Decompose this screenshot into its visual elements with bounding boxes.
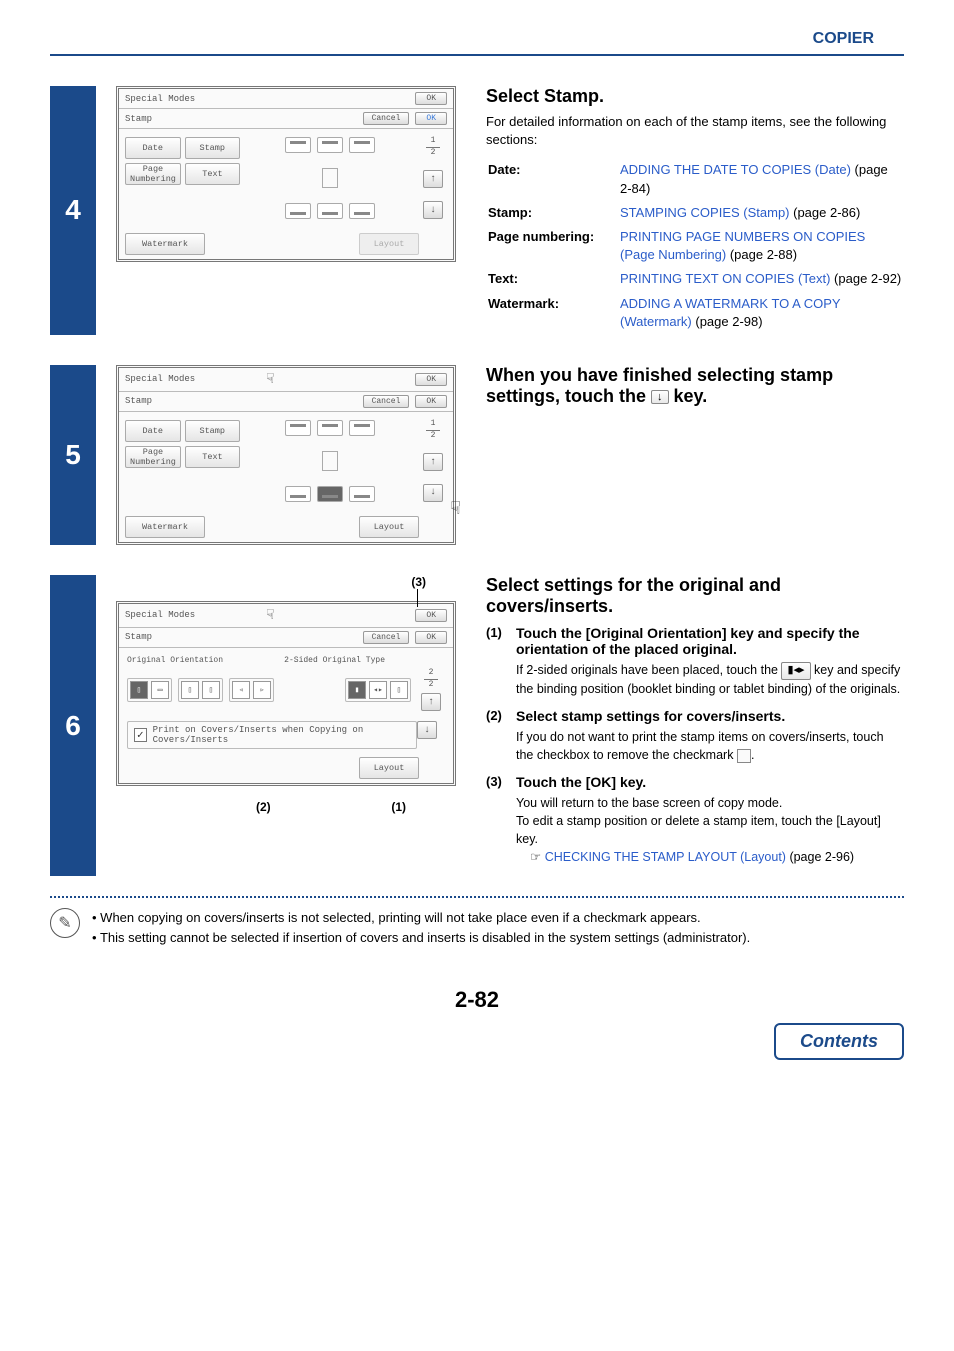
sub-2-head: Select stamp settings for covers/inserts… <box>516 708 904 724</box>
note-2: • This setting cannot be selected if ins… <box>92 928 904 948</box>
stamp-panel: Special Modes ☟ OK Stamp Cancel OK Date … <box>116 365 456 545</box>
print-covers-checkbox-row[interactable]: ✓ Print on Covers/Inserts when Copying o… <box>127 721 417 749</box>
link-date[interactable]: ADDING THE DATE TO COPIES (Date) <box>620 162 851 177</box>
step-5-title: When you have finished selecting stamp s… <box>486 365 904 407</box>
checkbox-icon[interactable]: ✓ <box>134 728 147 742</box>
cancel-button[interactable]: Cancel <box>363 631 410 644</box>
link-layout[interactable]: CHECKING THE STAMP LAYOUT (Layout) <box>545 850 786 864</box>
hand-icon: ☟ <box>266 371 274 388</box>
stamp-button[interactable]: Stamp <box>185 420 241 442</box>
page-total: 2 <box>431 148 436 157</box>
checkbox-label: Print on Covers/Inserts when Copying on … <box>153 725 410 745</box>
layout-button[interactable]: Layout <box>359 757 419 779</box>
sub-3-num: (3) <box>486 774 516 867</box>
callout-1: (1) <box>391 800 406 814</box>
panel-subtitle: Stamp <box>125 114 363 124</box>
panel-subtitle: Stamp <box>125 632 363 642</box>
cancel-button[interactable]: Cancel <box>363 395 410 408</box>
hand-icon: ☟ <box>266 607 274 624</box>
callout-3: (3) <box>411 575 426 589</box>
date-button[interactable]: Date <box>125 420 181 442</box>
sub-2-num: (2) <box>486 708 516 764</box>
step-4: 4 Special Modes OK Stamp Cancel OK Date … <box>50 86 904 335</box>
step-6-panel-area: (3) Special Modes ☟ OK Stamp Cancel OK O… <box>96 575 476 877</box>
scroll-up-button[interactable]: ↑ <box>423 170 443 188</box>
sub-1-head: Touch the [Original Orientation] key and… <box>516 625 904 657</box>
link-stamp[interactable]: STAMPING COPIES (Stamp) <box>620 205 790 220</box>
doc-header: COPIER <box>50 30 904 56</box>
down-arrow-key-icon: ↓ <box>651 390 669 404</box>
callout-2: (2) <box>256 800 271 814</box>
stamp-def-table: Date:ADDING THE DATE TO COPIES (Date) (p… <box>486 157 904 335</box>
ok-button[interactable]: OK <box>415 112 447 125</box>
text-button[interactable]: Text <box>185 446 240 468</box>
twosided-type-group[interactable]: ▮◂▸▯ <box>345 678 411 702</box>
orientation-landscape-group[interactable]: ▯▯ <box>178 678 223 702</box>
step-4-desc: For detailed information on each of the … <box>486 113 904 149</box>
sub-2-text: If you do not want to print the stamp it… <box>516 728 904 764</box>
page-number: 2-82 <box>50 987 904 1013</box>
contents-button[interactable]: Contents <box>774 1023 904 1060</box>
pencil-note-icon: ✎ <box>50 908 86 947</box>
step-5: 5 Special Modes ☟ OK Stamp Cancel OK Dat… <box>50 365 904 545</box>
stamp-button[interactable]: Stamp <box>185 137 241 159</box>
panel-subtitle: Stamp <box>125 396 363 406</box>
watermark-button[interactable]: Watermark <box>125 233 205 255</box>
sub-3-text: You will return to the base screen of co… <box>516 794 904 867</box>
step-4-title: Select Stamp. <box>486 86 904 107</box>
notes-separator <box>50 896 904 898</box>
stamp-panel-2: Special Modes ☟ OK Stamp Cancel OK Origi… <box>116 601 456 787</box>
scroll-down-button[interactable]: ↓ <box>423 201 443 219</box>
watermark-button[interactable]: Watermark <box>125 516 205 538</box>
date-button[interactable]: Date <box>125 137 181 159</box>
step-number: 4 <box>50 86 96 335</box>
panel-title: Special Modes <box>125 374 266 384</box>
step-4-panel-area: Special Modes OK Stamp Cancel OK Date St… <box>96 86 476 335</box>
text-button[interactable]: Text <box>185 163 240 185</box>
scroll-down-button[interactable]: ↓ <box>423 484 443 502</box>
page-numbering-button[interactable]: Page Numbering <box>125 163 181 185</box>
orientation-portrait-group[interactable]: ▯▭ <box>127 678 172 702</box>
step-6: 6 (3) Special Modes ☟ OK Stamp Cancel OK… <box>50 575 904 877</box>
page-numbering-button[interactable]: Page Numbering <box>125 446 181 468</box>
step-number: 6 <box>50 575 96 877</box>
step-5-panel-area: Special Modes ☟ OK Stamp Cancel OK Date … <box>96 365 476 545</box>
ok-button[interactable]: OK <box>415 609 447 622</box>
sub-3-head: Touch the [OK] key. <box>516 774 904 790</box>
scroll-up-button[interactable]: ↑ <box>421 693 441 711</box>
layout-button[interactable]: Layout <box>359 233 419 255</box>
step-number: 5 <box>50 365 96 545</box>
orientation-rotate-group[interactable]: ◃▹ <box>229 678 274 702</box>
page-current: 1 <box>431 136 436 145</box>
book-binding-key-icon: ▮◂▸ <box>781 662 810 680</box>
layout-button[interactable]: Layout <box>359 516 419 538</box>
notes-block: ✎ • When copying on covers/inserts is no… <box>50 908 904 947</box>
orient-label: Original Orientation <box>127 656 223 665</box>
twosided-label: 2-Sided Original Type <box>284 656 385 665</box>
scroll-down-button[interactable]: ↓ <box>417 721 437 739</box>
step-6-title: Select settings for the original and cov… <box>486 575 904 617</box>
ok-button[interactable]: OK <box>415 373 447 386</box>
ok-button[interactable]: OK <box>415 395 447 408</box>
empty-checkbox-icon <box>737 749 751 763</box>
link-text[interactable]: PRINTING TEXT ON COPIES (Text) <box>620 271 830 286</box>
scroll-up-button[interactable]: ↑ <box>423 453 443 471</box>
sub-1-num: (1) <box>486 625 516 698</box>
cancel-button[interactable]: Cancel <box>363 112 410 125</box>
ok-button[interactable]: OK <box>415 631 447 644</box>
sub-1-text: If 2-sided originals have been placed, t… <box>516 661 904 698</box>
note-1: • When copying on covers/inserts is not … <box>92 908 904 928</box>
ok-button[interactable]: OK <box>415 92 447 105</box>
panel-title: Special Modes <box>125 610 266 620</box>
stamp-panel: Special Modes OK Stamp Cancel OK Date St… <box>116 86 456 262</box>
panel-title: Special Modes <box>125 94 415 104</box>
